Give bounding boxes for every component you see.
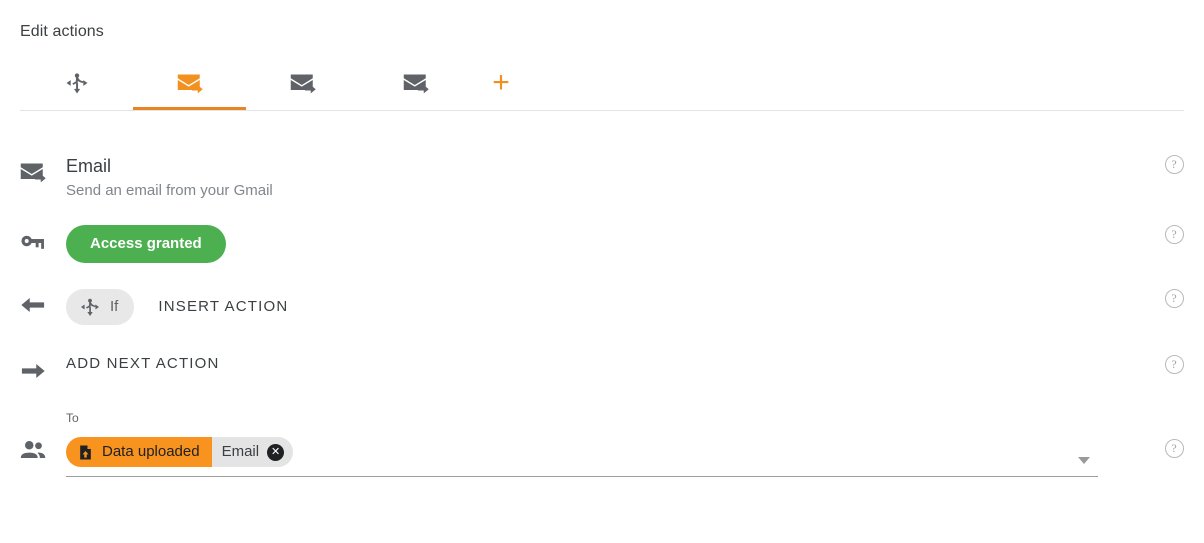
- chip-field[interactable]: Email ✕: [211, 437, 294, 467]
- add-tab-button[interactable]: +: [472, 56, 530, 110]
- row-help: ?: [1144, 225, 1204, 244]
- close-icon[interactable]: ✕: [267, 443, 285, 461]
- action-subtitle: Send an email from your Gmail: [66, 182, 273, 199]
- insert-action-button[interactable]: INSERT ACTION: [158, 298, 288, 316]
- help-icon[interactable]: ?: [1164, 355, 1184, 374]
- arrow-left-icon: [19, 291, 47, 319]
- tab-email-1[interactable]: [133, 56, 246, 110]
- action-title: Email: [66, 156, 112, 176]
- tab-underline: [20, 107, 133, 110]
- plus-icon: +: [492, 66, 510, 99]
- tab-email-3[interactable]: [359, 56, 472, 110]
- row-gutter: [0, 411, 66, 465]
- tab-underline: [246, 107, 359, 110]
- email-send-icon: [288, 68, 318, 98]
- tab-underline: [133, 107, 246, 110]
- help-icon[interactable]: ?: [1164, 225, 1184, 244]
- row-email: Email Send an email from your Gmail ?: [0, 111, 1204, 201]
- row-gutter: [0, 155, 66, 187]
- chevron-down-icon[interactable]: [1078, 457, 1090, 464]
- page-title: Edit actions: [20, 23, 104, 40]
- if-condition-pill[interactable]: If: [66, 289, 135, 325]
- row-help: ?: [1144, 411, 1204, 458]
- row-access: Access granted ?: [0, 201, 1204, 263]
- row-gutter: [0, 225, 66, 255]
- insert-action-wrap: If INSERT ACTION: [66, 289, 1124, 325]
- chip-source-label: Data uploaded: [102, 443, 200, 460]
- email-send-icon: [401, 68, 431, 98]
- row-add-next-action: ADD NEXT ACTION ?: [0, 325, 1204, 385]
- tab-underline: [359, 107, 472, 110]
- to-field-label: To: [66, 411, 79, 425]
- branch-arrows-icon: [78, 295, 102, 319]
- action-tabstrip: +: [20, 56, 1184, 111]
- arrow-right-icon: [19, 357, 47, 385]
- chip-source[interactable]: Data uploaded: [66, 437, 212, 467]
- add-next-action-button[interactable]: ADD NEXT ACTION: [66, 355, 220, 372]
- row-body: To Data uploaded Email ✕: [66, 411, 1144, 477]
- help-icon[interactable]: ?: [1164, 289, 1184, 308]
- tab-email-2[interactable]: [246, 56, 359, 110]
- if-pill-label: If: [110, 298, 119, 315]
- email-send-icon: [18, 157, 48, 187]
- row-body: ADD NEXT ACTION: [66, 355, 1144, 373]
- row-body: Email Send an email from your Gmail: [66, 155, 1144, 201]
- row-gutter: [0, 355, 66, 385]
- recipient-chip[interactable]: Data uploaded Email ✕: [66, 437, 294, 467]
- row-body: Access granted: [66, 225, 1144, 263]
- tab-branch[interactable]: [20, 56, 133, 110]
- row-insert-action: If INSERT ACTION ?: [0, 263, 1204, 325]
- email-send-icon: [175, 68, 205, 98]
- row-gutter: [0, 289, 66, 319]
- row-help: ?: [1144, 355, 1204, 374]
- key-icon: [19, 227, 47, 255]
- row-to-field: To Data uploaded Email ✕ ?: [0, 385, 1204, 477]
- file-upload-icon: [77, 444, 94, 461]
- help-icon[interactable]: ?: [1164, 439, 1184, 458]
- people-icon: [18, 435, 48, 465]
- row-help: ?: [1144, 155, 1204, 174]
- branch-arrows-icon: [63, 69, 91, 97]
- action-rows: Email Send an email from your Gmail ? Ac…: [0, 111, 1204, 477]
- chip-field-label: Email: [221, 443, 260, 460]
- to-field-input[interactable]: Data uploaded Email ✕: [66, 434, 1098, 477]
- help-icon[interactable]: ?: [1164, 155, 1184, 174]
- row-help: ?: [1144, 289, 1204, 308]
- row-body: If INSERT ACTION: [66, 289, 1144, 325]
- access-granted-button[interactable]: Access granted: [66, 225, 226, 263]
